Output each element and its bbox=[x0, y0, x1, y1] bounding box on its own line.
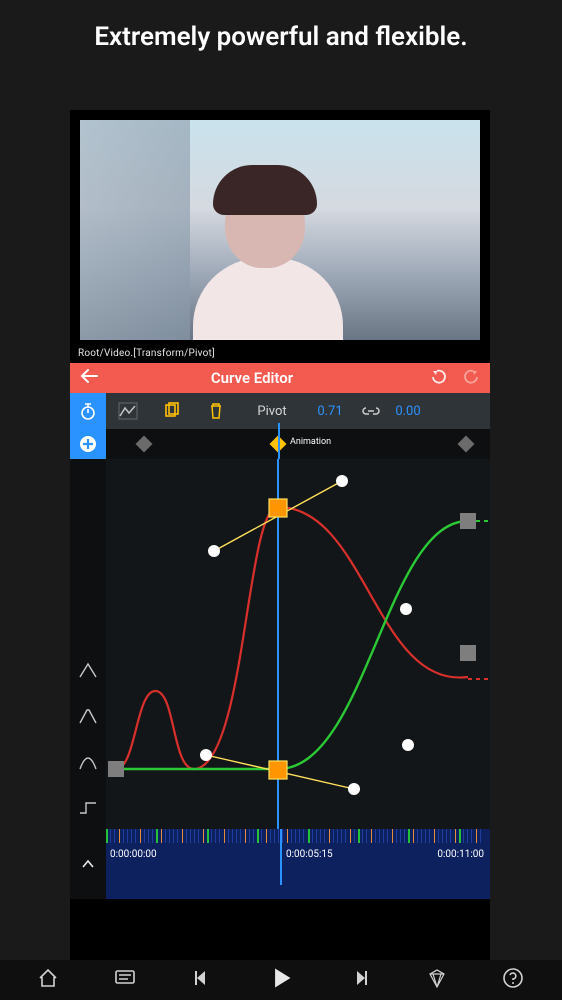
easing-presets bbox=[70, 459, 106, 829]
timeline-ruler[interactable] bbox=[106, 829, 490, 843]
time-label: 0:00:05:15 bbox=[286, 849, 333, 860]
curve-canvas[interactable] bbox=[106, 459, 490, 829]
help-icon[interactable] bbox=[502, 967, 524, 993]
curve-toolbar: Pivot 0.71 0.00 bbox=[70, 393, 490, 429]
step-back-icon[interactable] bbox=[191, 967, 213, 993]
timeline[interactable]: 0:00:00:00 0:00:05:15 0:00:11:00 bbox=[70, 829, 490, 899]
redo-icon[interactable] bbox=[462, 368, 480, 388]
easing-linear-icon[interactable] bbox=[78, 661, 98, 679]
delete-icon[interactable] bbox=[194, 393, 238, 429]
easing-bell-icon[interactable] bbox=[78, 753, 98, 771]
timeline-collapse-icon[interactable] bbox=[70, 829, 106, 899]
comment-icon[interactable] bbox=[114, 967, 136, 993]
curve-area bbox=[70, 459, 490, 829]
keyframe-marker[interactable] bbox=[136, 436, 153, 453]
keyframe-track[interactable]: Animation bbox=[70, 429, 490, 459]
time-label: 0:00:00:00 bbox=[110, 849, 157, 860]
bottom-nav bbox=[0, 960, 562, 1000]
video-preview[interactable] bbox=[80, 120, 480, 340]
time-label: 0:00:11:00 bbox=[437, 849, 484, 860]
timeline-labels: 0:00:00:00 0:00:05:15 0:00:11:00 bbox=[106, 843, 490, 889]
curve-editor-titlebar: Curve Editor bbox=[70, 363, 490, 393]
param-label: Pivot bbox=[238, 393, 306, 429]
animation-label: Animation bbox=[290, 437, 331, 447]
panel-title: Curve Editor bbox=[88, 369, 416, 387]
easing-peak-icon[interactable] bbox=[78, 707, 98, 725]
mode-timing-button[interactable] bbox=[70, 393, 106, 429]
headline: Extremely powerful and flexible. bbox=[0, 0, 562, 64]
home-icon[interactable] bbox=[37, 967, 59, 993]
keyframe-marker[interactable] bbox=[458, 436, 475, 453]
app-frame: Root/Video.[Transform/Pivot] Curve Edito… bbox=[70, 110, 490, 960]
breadcrumb: Root/Video.[Transform/Pivot] bbox=[70, 340, 490, 363]
add-keyframe-button[interactable] bbox=[70, 429, 106, 459]
step-forward-icon[interactable] bbox=[349, 967, 371, 993]
param-value-1[interactable]: 0.71 bbox=[306, 393, 354, 429]
graph-mode-icon[interactable] bbox=[106, 393, 150, 429]
diamond-icon[interactable] bbox=[426, 967, 448, 993]
copy-icon[interactable] bbox=[150, 393, 194, 429]
link-icon[interactable] bbox=[354, 393, 388, 429]
undo-icon[interactable] bbox=[430, 368, 448, 388]
easing-step-icon[interactable] bbox=[78, 799, 98, 817]
play-icon[interactable] bbox=[268, 965, 294, 995]
param-value-2[interactable]: 0.00 bbox=[388, 393, 428, 429]
